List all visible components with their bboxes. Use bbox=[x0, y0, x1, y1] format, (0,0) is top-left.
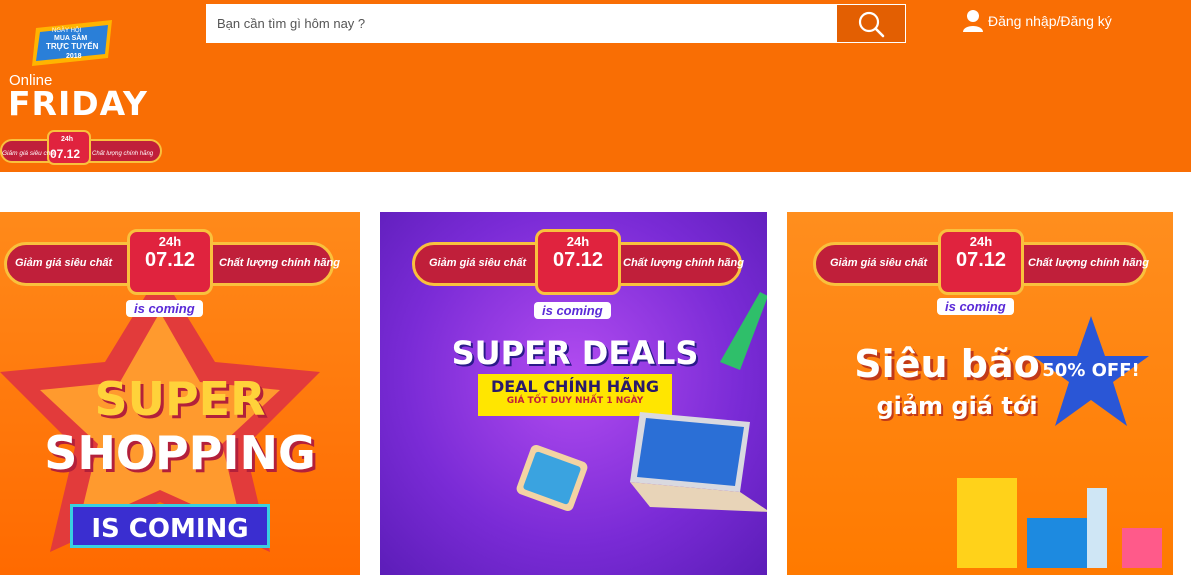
ribbon-left-text: Giảm giá siêu chất bbox=[2, 149, 57, 157]
promo-right-text: Chất lượng chính hãng bbox=[623, 257, 744, 269]
deal-chinh-hang-text: DEAL CHÍNH HÃNG bbox=[490, 377, 660, 396]
search-input[interactable] bbox=[207, 5, 837, 42]
badge-line-2: MUA SẮM bbox=[54, 33, 87, 42]
shopping-text: SHOPPING bbox=[44, 426, 316, 480]
search-bar bbox=[206, 4, 906, 43]
promo-hour-text: 24h bbox=[969, 234, 993, 249]
promo-date-text: 07.12 bbox=[144, 249, 196, 271]
search-icon bbox=[858, 11, 885, 37]
is-coming-box: IS COMING bbox=[70, 504, 270, 548]
badge-line-4: 2018 bbox=[66, 53, 82, 60]
is-coming-tag: is coming bbox=[534, 302, 611, 319]
promo-ribbon: Giảm giá siêu chất 24h 07.12 Chất lượng … bbox=[412, 229, 744, 295]
logo-ribbon: Giảm giá siêu chất 24h 07.12 Chất lượng … bbox=[0, 130, 162, 165]
online-friday-logo[interactable]: NGÀY HỘI MUA SẮM TRỰC TUYẾN 2018 Online … bbox=[0, 0, 170, 172]
badge-line-1: NGÀY HỘI bbox=[52, 27, 82, 34]
phone-icon bbox=[516, 444, 588, 512]
site-header: NGÀY HỘI MUA SẮM TRỰC TUYẾN 2018 Online … bbox=[0, 0, 1191, 172]
cosmetics-bags-icon bbox=[957, 478, 1162, 568]
promo-hour-text: 24h bbox=[158, 234, 182, 249]
promo-banner-super-deals[interactable]: Giảm giá siêu chất 24h 07.12 Chất lượng … bbox=[380, 212, 767, 575]
promo-left-text: Giảm giá siêu chất bbox=[429, 257, 527, 269]
ribbon-hour-text: 24h bbox=[61, 136, 73, 143]
promo-banner-sieu-bao[interactable]: Giảm giá siêu chất 24h 07.12 Chất lượng … bbox=[787, 212, 1173, 575]
login-register-link[interactable]: Đăng nhập/Đăng ký bbox=[962, 6, 1112, 36]
ribbon-right-text: Chất lượng chính hãng bbox=[92, 150, 154, 157]
promo-banner-super-shopping[interactable]: Giảm giá siêu chất 24h 07.12 Chất lượng … bbox=[0, 212, 360, 575]
discount-star-icon: 50% OFF! bbox=[1033, 316, 1149, 426]
promo-date-text: 07.12 bbox=[955, 249, 1007, 271]
super-text: SUPER bbox=[94, 372, 266, 426]
ribbon-date-text: 07.12 bbox=[50, 147, 80, 161]
promo-ribbon: Giảm giá siêu chất 24h 07.12 Chất lượng … bbox=[813, 229, 1149, 295]
promo-ribbon: Giảm giá siêu chất 24h 07.12 Chất lượng … bbox=[4, 229, 340, 295]
promo-left-text: Giảm giá siêu chất bbox=[830, 257, 928, 269]
super-deals-text: SUPER DEALS bbox=[451, 334, 699, 372]
promo-right-text: Chất lượng chính hãng bbox=[219, 257, 340, 269]
gia-tot-text: GIÁ TỐT DUY NHẤT 1 NGÀY bbox=[506, 396, 644, 406]
promo-date-box: 24h 07.12 bbox=[535, 229, 621, 295]
login-register-label: Đăng nhập/Đăng ký bbox=[988, 13, 1112, 29]
promo-date-box: 24h 07.12 bbox=[127, 229, 213, 295]
iron-icon bbox=[720, 292, 767, 370]
promo-date-text: 07.12 bbox=[552, 249, 604, 271]
is-coming-tag: is coming bbox=[937, 298, 1014, 315]
is-coming-tag: is coming bbox=[126, 300, 203, 317]
promo-hour-text: 24h bbox=[566, 234, 590, 249]
logo-friday-text: FRIDAY bbox=[8, 84, 148, 123]
user-icon bbox=[963, 10, 983, 32]
badge-line-3: TRỰC TUYẾN bbox=[46, 41, 99, 51]
event-badge-icon: NGÀY HỘI MUA SẮM TRỰC TUYẾN 2018 bbox=[32, 20, 112, 66]
search-button[interactable] bbox=[837, 5, 905, 42]
promo-date-box: 24h 07.12 bbox=[938, 229, 1024, 295]
discount-text: 50% OFF! bbox=[1042, 360, 1139, 381]
deal-chinh-hang-box: DEAL CHÍNH HÃNG GIÁ TỐT DUY NHẤT 1 NGÀY bbox=[478, 374, 672, 416]
promo-right-text: Chất lượng chính hãng bbox=[1028, 257, 1149, 269]
promo-left-text: Giảm giá siêu chất bbox=[15, 257, 113, 269]
laptop-icon bbox=[630, 412, 767, 512]
